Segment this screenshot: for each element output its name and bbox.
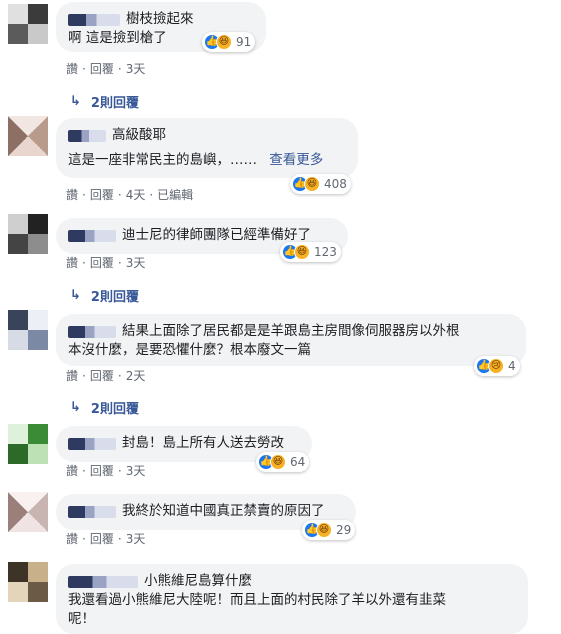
comment-text: 這是一座非常民主的島嶼，……: [68, 152, 257, 168]
redacted-name: [68, 229, 116, 242]
reaction-summary[interactable]: 👍 😆 91: [202, 32, 256, 52]
timestamp[interactable]: 2天: [126, 367, 146, 384]
commenter-name[interactable]: 小熊維尼島算什麼: [144, 572, 252, 591]
timestamp[interactable]: 4天: [126, 186, 146, 203]
see-more-link[interactable]: 查看更多: [269, 152, 323, 168]
like-link[interactable]: 讚: [66, 530, 78, 547]
reaction-count: 64: [290, 455, 306, 469]
comment-text-line2: 本沒什麼，是要恐懼什麼？根本廢文一篇: [68, 342, 311, 358]
like-link[interactable]: 讚: [66, 254, 78, 271]
commenter-name[interactable]: 高級酸耶: [112, 126, 166, 145]
avatar[interactable]: [8, 424, 48, 464]
comment-text-line2: 呢！: [68, 611, 95, 627]
haha-icon: 😆: [294, 244, 310, 260]
reply-arrow-icon: ↳: [70, 94, 81, 109]
reply-link[interactable]: 回覆: [90, 367, 114, 384]
edited-label[interactable]: 已編輯: [157, 186, 193, 203]
comment-bubble: 結果上面除了居民都是是羊跟島主房間像伺服器房以外根 本沒什麼，是要恐懼什麼？根本…: [56, 314, 526, 366]
like-link[interactable]: 讚: [66, 60, 78, 77]
replies-count: 2則回覆: [90, 96, 139, 111]
timestamp[interactable]: 3天: [126, 60, 146, 77]
haha-icon: 😆: [270, 454, 286, 470]
comment-bubble: 高級酸耶 這是一座非常民主的島嶼，…… 查看更多: [56, 118, 358, 178]
haha-icon: 😆: [216, 34, 232, 50]
redacted-name: [68, 575, 138, 588]
reaction-summary[interactable]: 👍 😆 123: [280, 242, 341, 262]
reaction-count: 4: [508, 359, 516, 373]
reply-arrow-icon: ↳: [70, 400, 81, 415]
comment-actions: 讚 · 回覆 · 3天: [66, 60, 146, 77]
avatar[interactable]: [8, 4, 48, 44]
comment-actions: 讚 · 回覆 · 4天 · 已編輯: [66, 186, 194, 203]
redacted-name: [68, 325, 116, 338]
comment-actions: 讚 · 回覆 · 2天: [66, 367, 146, 384]
comment-text: 封島！島上所有人送去勞改: [122, 435, 284, 451]
like-link[interactable]: 讚: [66, 462, 78, 479]
view-replies-link[interactable]: ↳ 2則回覆: [70, 398, 139, 417]
reply-link[interactable]: 回覆: [90, 530, 114, 547]
avatar[interactable]: [8, 214, 48, 254]
reaction-summary[interactable]: 👍 😆 29: [302, 520, 356, 540]
reply-arrow-icon: ↳: [70, 288, 81, 303]
reply-link[interactable]: 回覆: [90, 60, 114, 77]
comment-actions: 讚 · 回覆 · 3天: [66, 462, 146, 479]
avatar[interactable]: [8, 310, 48, 350]
reaction-count: 123: [314, 245, 337, 259]
comment-actions: 讚 · 回覆 · 3天: [66, 530, 146, 547]
replies-count: 2則回覆: [90, 290, 139, 305]
comment-text-line1: 結果上面除了居民都是是羊跟島主房間像伺服器房以外根: [122, 323, 460, 339]
haha-icon: 😆: [316, 522, 332, 538]
reply-link[interactable]: 回覆: [90, 254, 114, 271]
comment-bubble: 小熊維尼島算什麼 我還看過小熊維尼大陸呢！而且上面的村民除了羊以外還有韭菜 呢！: [56, 564, 528, 634]
view-replies-link[interactable]: ↳ 2則回覆: [70, 92, 139, 111]
timestamp[interactable]: 3天: [126, 254, 146, 271]
comment-text-line1: 我還看過小熊維尼大陸呢！而且上面的村民除了羊以外還有韭菜: [68, 592, 446, 608]
avatar[interactable]: [8, 492, 48, 532]
redacted-name: [68, 13, 120, 26]
like-link[interactable]: 讚: [66, 186, 78, 203]
haha-icon: 😆: [304, 176, 320, 192]
like-link[interactable]: 讚: [66, 367, 78, 384]
reaction-summary[interactable]: 👍 😆 64: [256, 452, 310, 472]
avatar[interactable]: [8, 116, 48, 156]
reaction-summary[interactable]: 👍 😆 408: [290, 174, 351, 194]
timestamp[interactable]: 3天: [126, 530, 146, 547]
comment-text: 迪士尼的律師團隊已經準備好了: [122, 227, 311, 243]
sad-icon: 😢: [488, 358, 504, 374]
reaction-count: 29: [336, 523, 352, 537]
avatar[interactable]: [8, 562, 48, 602]
reply-link[interactable]: 回覆: [90, 186, 114, 203]
commenter-name[interactable]: 樹枝撿起來: [126, 10, 194, 29]
reply-link[interactable]: 回覆: [90, 462, 114, 479]
redacted-name: [68, 505, 116, 518]
timestamp[interactable]: 3天: [126, 462, 146, 479]
comment-text: 我終於知道中國真正禁賣的原因了: [122, 503, 325, 519]
view-replies-link[interactable]: ↳ 2則回覆: [70, 286, 139, 305]
reaction-summary[interactable]: 👍 😢 4: [474, 356, 520, 376]
reaction-count: 91: [236, 35, 252, 49]
reaction-count: 408: [324, 177, 347, 191]
redacted-name: [68, 437, 116, 450]
redacted-name: [68, 129, 106, 142]
comment-actions: 讚 · 回覆 · 3天: [66, 254, 146, 271]
replies-count: 2則回覆: [90, 402, 139, 417]
